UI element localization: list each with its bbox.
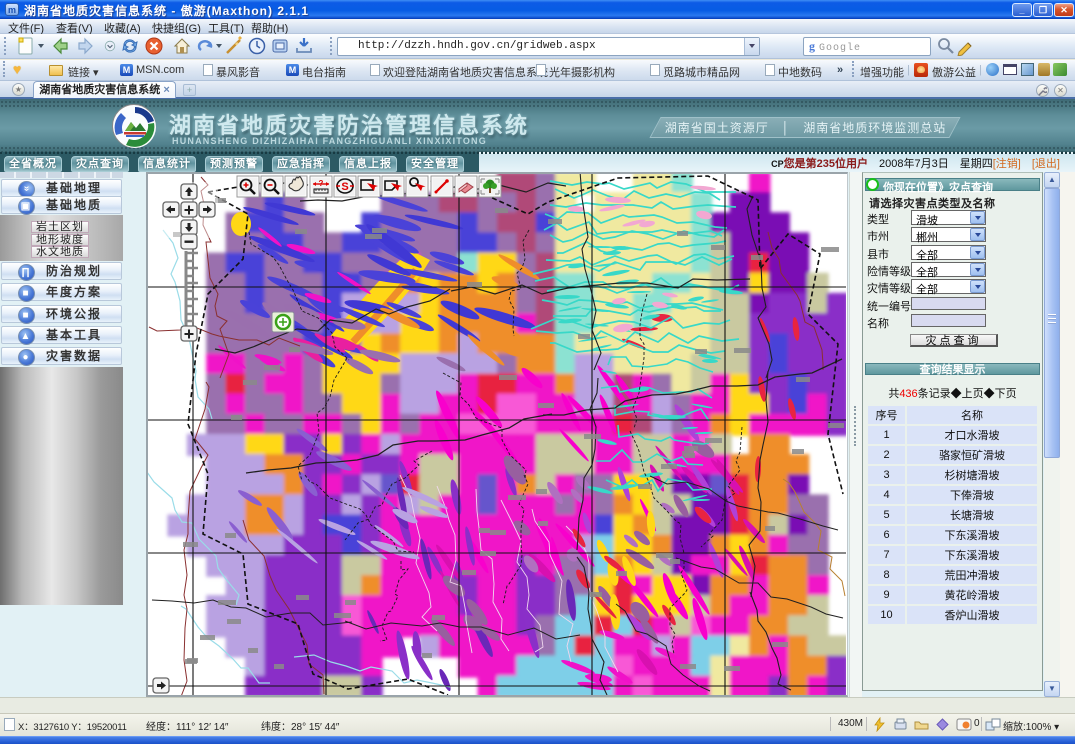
svg-text:?: ?	[319, 179, 324, 188]
svg-text:S: S	[341, 181, 348, 193]
